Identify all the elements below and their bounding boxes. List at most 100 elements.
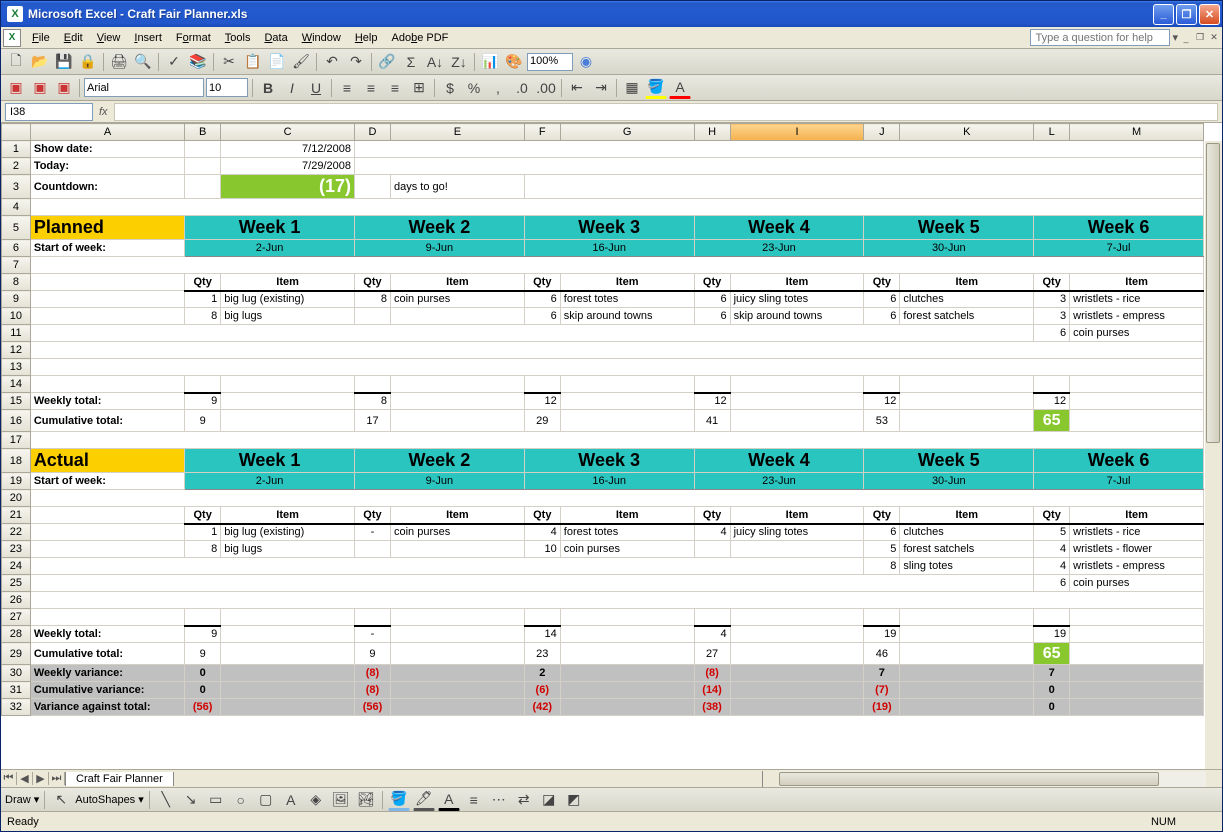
arrow-style-icon[interactable]: ⇄ xyxy=(513,789,535,811)
row-header[interactable]: 17 xyxy=(2,432,31,449)
draw-menu[interactable]: Draw ▾ xyxy=(5,793,39,806)
row-header[interactable]: 22 xyxy=(2,524,31,541)
print-preview-icon[interactable]: 🔍 xyxy=(132,51,154,73)
col-header[interactable]: L xyxy=(1034,124,1070,141)
row-header[interactable]: 27 xyxy=(2,609,31,626)
tab-last-icon[interactable]: ⏭ xyxy=(49,772,65,785)
menu-edit[interactable]: Edit xyxy=(57,29,90,47)
rectangle-icon[interactable]: ▭ xyxy=(205,789,227,811)
increase-indent-icon[interactable]: ⇥ xyxy=(590,77,612,99)
chart-wizard-icon[interactable]: 📊 xyxy=(479,51,501,73)
redo-icon[interactable]: ↷ xyxy=(345,51,367,73)
shadow-icon[interactable]: ◪ xyxy=(538,789,560,811)
undo-icon[interactable]: ↶ xyxy=(321,51,343,73)
col-header[interactable]: D xyxy=(354,124,390,141)
font-select[interactable] xyxy=(84,78,204,97)
comma-icon[interactable]: , xyxy=(487,77,509,99)
col-header[interactable]: I xyxy=(730,124,864,141)
row-header[interactable]: 3 xyxy=(2,175,31,199)
wordart-icon[interactable]: A xyxy=(280,789,302,811)
doc-restore-button[interactable]: ❐ xyxy=(1194,32,1206,44)
row-header[interactable]: 16 xyxy=(2,410,31,432)
paste-icon[interactable]: 📄 xyxy=(266,51,288,73)
sheet-tab[interactable]: Craft Fair Planner xyxy=(65,772,174,786)
decrease-indent-icon[interactable]: ⇤ xyxy=(566,77,588,99)
col-header[interactable]: B xyxy=(185,124,221,141)
sort-asc-icon[interactable]: A↓ xyxy=(424,51,446,73)
pdf-icon[interactable]: ▣ xyxy=(29,77,51,99)
menu-insert[interactable]: Insert xyxy=(127,29,169,47)
row-header[interactable]: 7 xyxy=(2,257,31,274)
align-center-icon[interactable]: ≡ xyxy=(360,77,382,99)
vertical-scrollbar[interactable] xyxy=(1205,141,1222,769)
row-header[interactable]: 10 xyxy=(2,308,31,325)
borders-icon[interactable]: ▦ xyxy=(621,77,643,99)
row-header[interactable]: 1 xyxy=(2,141,31,158)
line-color-icon[interactable]: 🖊 xyxy=(413,789,435,811)
row-header[interactable]: 15 xyxy=(2,393,31,410)
row-header[interactable]: 24 xyxy=(2,558,31,575)
col-header[interactable]: C xyxy=(221,124,355,141)
line-style-icon[interactable]: ≡ xyxy=(463,789,485,811)
row-header[interactable]: 9 xyxy=(2,291,31,308)
name-box[interactable] xyxy=(5,103,93,121)
formula-input[interactable] xyxy=(114,103,1218,121)
format-painter-icon[interactable]: 🖌 xyxy=(290,51,312,73)
hyperlink-icon[interactable]: 🔗 xyxy=(376,51,398,73)
row-header[interactable]: 21 xyxy=(2,507,31,524)
textbox-icon[interactable]: ▢ xyxy=(255,789,277,811)
new-icon[interactable]: 🗋 xyxy=(5,51,27,73)
percent-icon[interactable]: % xyxy=(463,77,485,99)
underline-button[interactable]: U xyxy=(305,77,327,99)
tab-prev-icon[interactable]: ◀ xyxy=(17,772,33,785)
autoshapes-menu[interactable]: AutoShapes ▾ xyxy=(75,793,144,806)
col-header[interactable]: K xyxy=(900,124,1034,141)
menu-view[interactable]: View xyxy=(90,29,128,47)
permission-icon[interactable]: 🔒 xyxy=(77,51,99,73)
zoom-input[interactable]: 100% xyxy=(527,53,573,71)
menu-window[interactable]: Window xyxy=(295,29,348,47)
select-all-cell[interactable] xyxy=(2,124,31,141)
row-header[interactable]: 18 xyxy=(2,449,31,473)
doc-minimize-button[interactable]: _ xyxy=(1180,32,1192,44)
row-header[interactable]: 20 xyxy=(2,490,31,507)
open-icon[interactable]: 📂 xyxy=(29,51,51,73)
font-color-icon[interactable]: A xyxy=(669,77,691,99)
row-header[interactable]: 26 xyxy=(2,592,31,609)
merge-center-icon[interactable]: ⊞ xyxy=(408,77,430,99)
menu-data[interactable]: Data xyxy=(257,29,294,47)
pdf-icon[interactable]: ▣ xyxy=(5,77,27,99)
select-objects-icon[interactable]: ↖ xyxy=(50,789,72,811)
row-header[interactable]: 30 xyxy=(2,665,31,682)
tab-first-icon[interactable]: ⏮ xyxy=(1,772,17,785)
print-icon[interactable]: 🖨 xyxy=(108,51,130,73)
save-icon[interactable]: 💾 xyxy=(53,51,75,73)
align-left-icon[interactable]: ≡ xyxy=(336,77,358,99)
spreadsheet-grid[interactable]: A B C D E F G H I J K L M 1Show date:7/1… xyxy=(1,123,1204,716)
col-header[interactable]: J xyxy=(864,124,900,141)
row-header[interactable]: 13 xyxy=(2,359,31,376)
col-header[interactable]: E xyxy=(390,124,524,141)
close-button[interactable]: ✕ xyxy=(1199,4,1220,25)
sort-desc-icon[interactable]: Z↓ xyxy=(448,51,470,73)
row-header[interactable]: 32 xyxy=(2,699,31,716)
increase-decimal-icon[interactable]: .0 xyxy=(511,77,533,99)
fx-icon[interactable]: fx xyxy=(99,106,108,118)
currency-icon[interactable]: $ xyxy=(439,77,461,99)
menu-help[interactable]: Help xyxy=(348,29,385,47)
arrow-icon[interactable]: ↘ xyxy=(180,789,202,811)
diagram-icon[interactable]: ◈ xyxy=(305,789,327,811)
bold-button[interactable]: B xyxy=(257,77,279,99)
maximize-button[interactable]: ❐ xyxy=(1176,4,1197,25)
tab-next-icon[interactable]: ▶ xyxy=(33,772,49,785)
row-header[interactable]: 8 xyxy=(2,274,31,291)
menu-adobe-pdf[interactable]: Adobe PDF xyxy=(384,29,455,47)
col-header[interactable]: A xyxy=(30,124,184,141)
row-header[interactable]: 5 xyxy=(2,216,31,240)
drawing-icon[interactable]: 🎨 xyxy=(503,51,525,73)
help-icon[interactable]: ◉ xyxy=(575,51,597,73)
help-search-input[interactable] xyxy=(1030,29,1170,46)
italic-button[interactable]: I xyxy=(281,77,303,99)
picture-icon[interactable]: 🏞 xyxy=(355,789,377,811)
row-header[interactable]: 31 xyxy=(2,682,31,699)
